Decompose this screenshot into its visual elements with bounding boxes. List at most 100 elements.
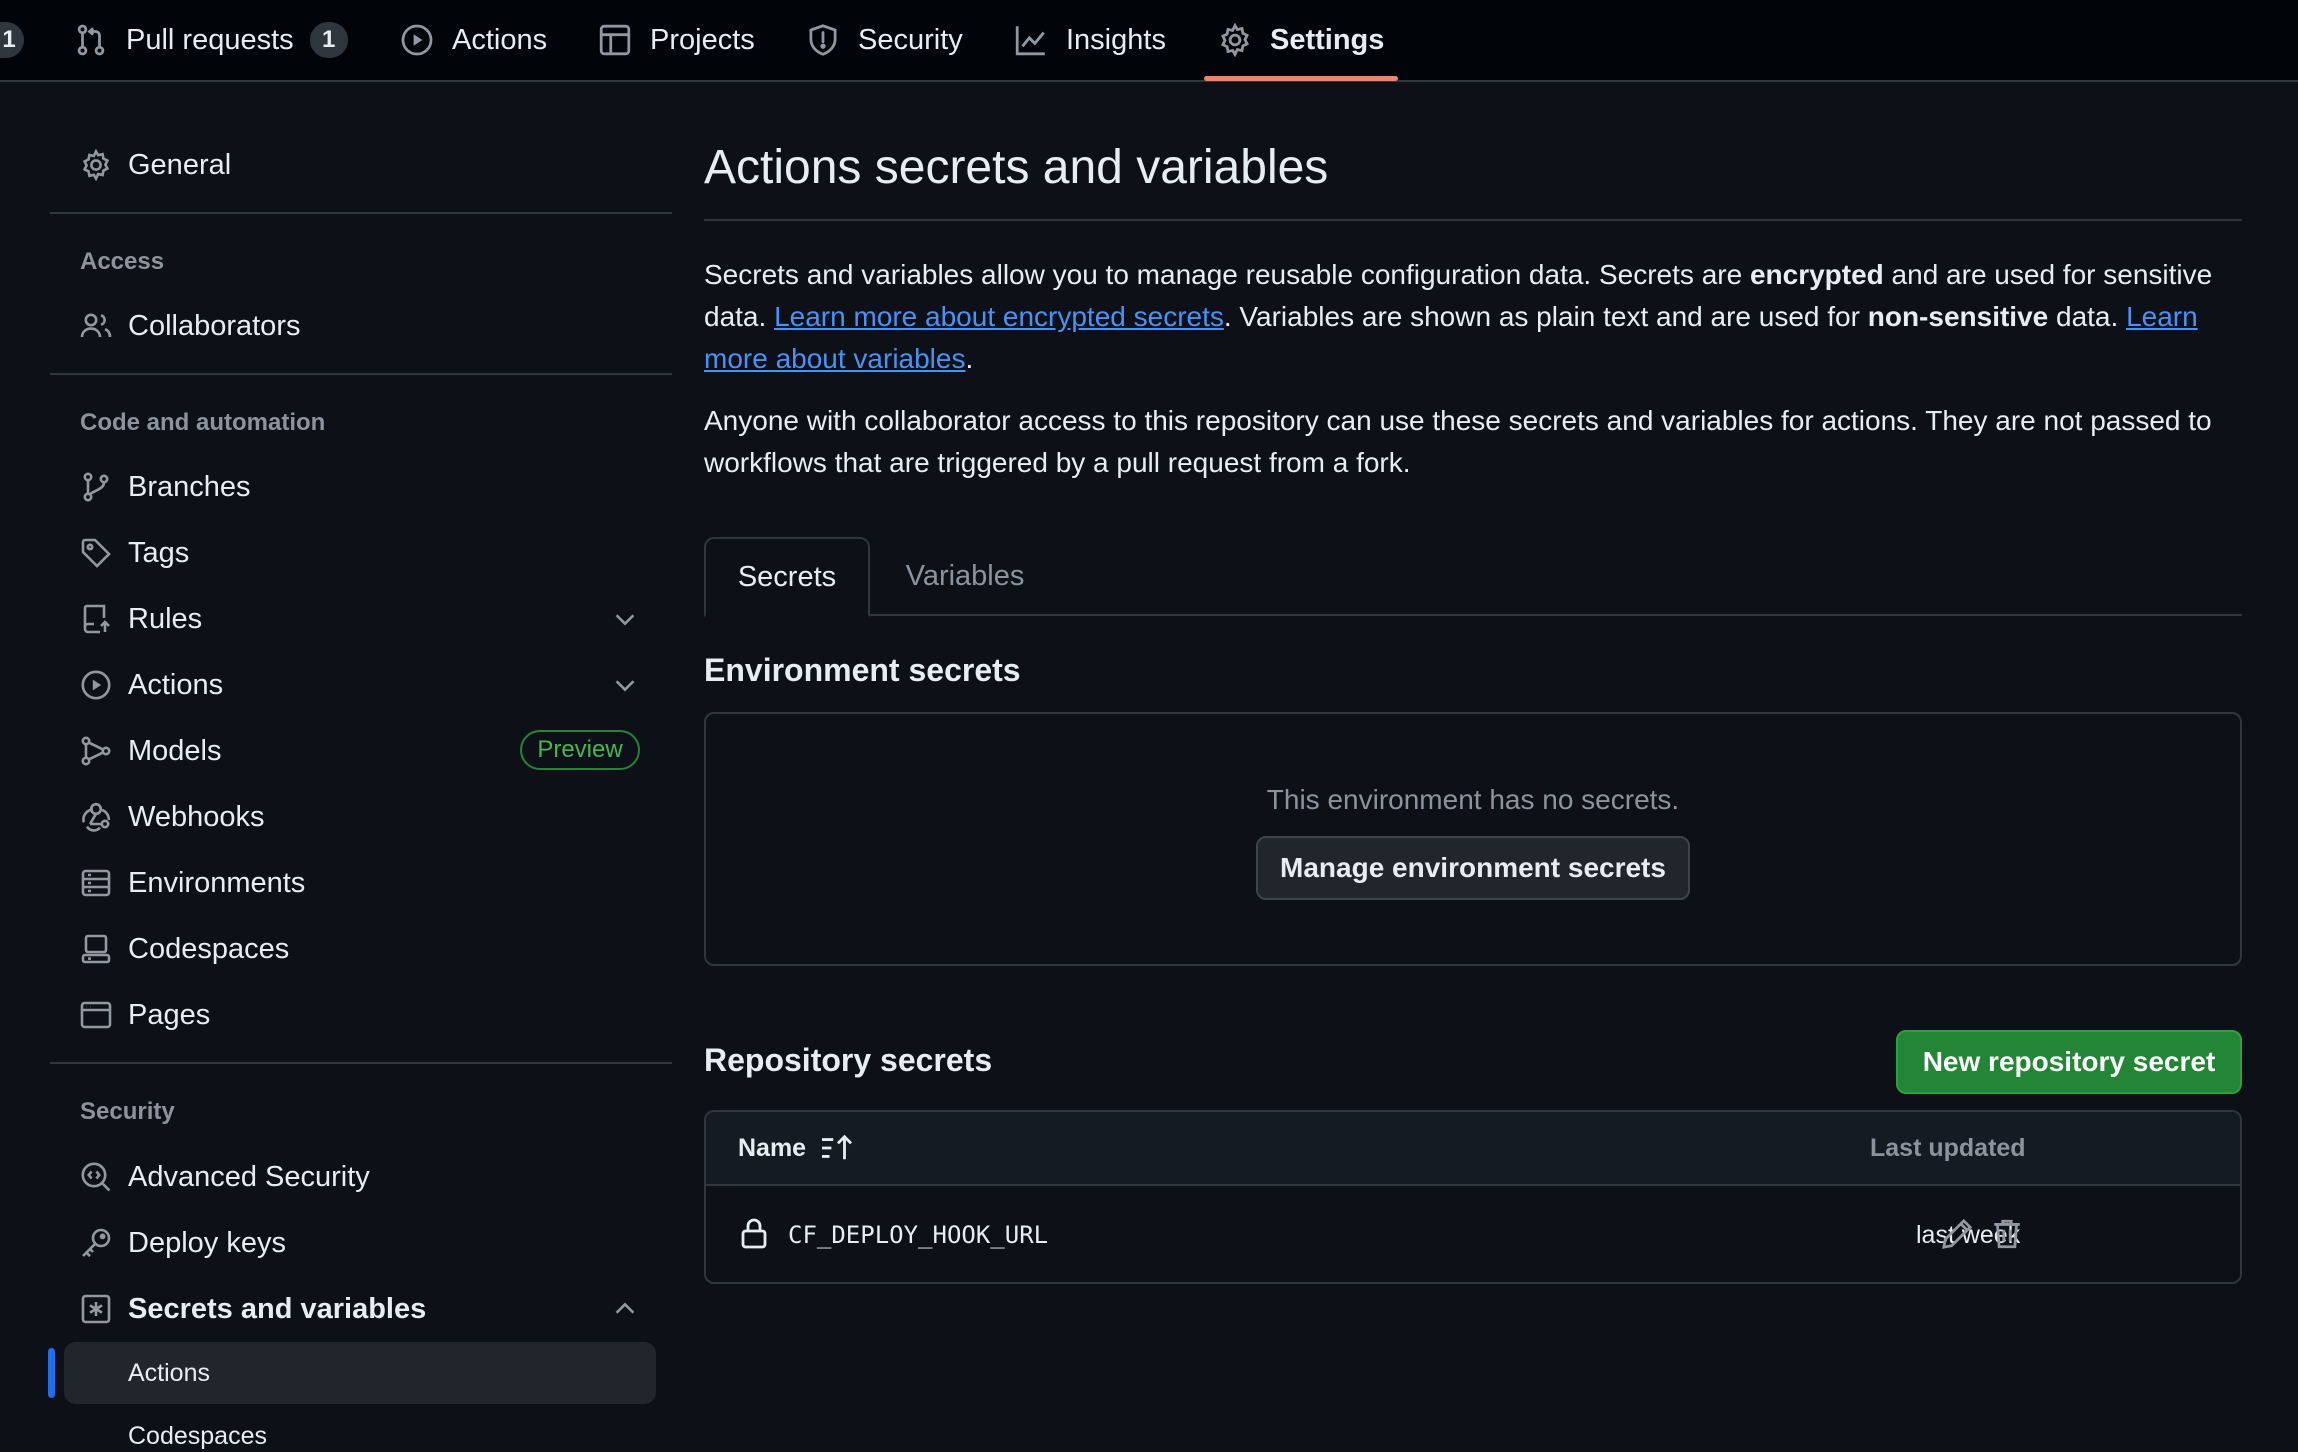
sidebar-item-label: Actions bbox=[128, 668, 224, 701]
environment-secrets-box: This environment has no secrets. Manage … bbox=[704, 712, 2242, 966]
tab-variables[interactable]: Variables bbox=[880, 537, 1050, 615]
tab-label: Actions bbox=[452, 23, 548, 56]
sidebar-divider bbox=[50, 373, 672, 375]
tag-icon bbox=[80, 537, 112, 569]
shield-icon bbox=[806, 23, 840, 57]
chevron-down-icon[interactable] bbox=[610, 670, 640, 700]
secrets-table: Name Last updated CF_DEPLOY_HOOK_URL las… bbox=[704, 1110, 2242, 1284]
link-encrypted-secrets[interactable]: Learn more about encrypted secrets bbox=[774, 301, 1224, 332]
title-divider bbox=[704, 219, 2242, 221]
sidebar-divider bbox=[50, 1062, 672, 1064]
intro-paragraph: Secrets and variables allow you to manag… bbox=[704, 254, 2244, 380]
webhook-icon bbox=[80, 801, 112, 833]
chevron-down-icon[interactable] bbox=[610, 604, 640, 634]
intro-text: Secrets and variables allow you to manag… bbox=[704, 259, 1750, 290]
table-icon bbox=[598, 23, 632, 57]
sidebar-divider bbox=[50, 212, 672, 214]
key-icon bbox=[80, 1227, 112, 1259]
gear-icon bbox=[1218, 23, 1252, 57]
pencil-icon[interactable] bbox=[1940, 1216, 1974, 1252]
sidebar-item-environments[interactable]: Environments bbox=[80, 858, 305, 908]
sidebar-item-label: Rules bbox=[128, 602, 203, 635]
tab-label: Insights bbox=[1066, 23, 1166, 56]
table-row: CF_DEPLOY_HOOK_URL last week bbox=[706, 1186, 2240, 1282]
repo-push-icon bbox=[80, 603, 112, 635]
secret-name: CF_DEPLOY_HOOK_URL bbox=[788, 1221, 1049, 1249]
sidebar-item-label: Pages bbox=[128, 998, 211, 1031]
empty-state-text: This environment has no secrets. bbox=[1266, 784, 1680, 815]
sidebar-item-label: Webhooks bbox=[128, 800, 265, 833]
sidebar-item-actions[interactable]: Actions bbox=[80, 660, 223, 710]
sidebar-item-pages[interactable]: Pages bbox=[80, 990, 210, 1040]
active-item-marker bbox=[48, 1348, 55, 1398]
sidebar-subitem-actions[interactable]: Actions bbox=[128, 1359, 210, 1388]
tab-settings[interactable]: Settings bbox=[1218, 0, 1384, 80]
people-icon bbox=[80, 310, 112, 342]
sidebar-item-label: General bbox=[128, 148, 232, 181]
sidebar-item-label: Collaborators bbox=[128, 309, 301, 342]
access-note: Anyone with collaborator access to this … bbox=[704, 405, 2212, 478]
sidebar-item-label: Advanced Security bbox=[128, 1160, 370, 1193]
preview-badge: Preview bbox=[520, 730, 640, 770]
intro-bold: non-sensitive bbox=[1867, 301, 2049, 332]
tab-pull-requests[interactable]: Pull requests 1 bbox=[74, 0, 348, 80]
tab-label: Settings bbox=[1270, 23, 1385, 56]
server-icon bbox=[80, 867, 112, 899]
sidebar-item-codespaces[interactable]: Codespaces bbox=[80, 924, 289, 974]
sidebar-item-models[interactable]: Models bbox=[80, 726, 222, 776]
tab-label: Projects bbox=[650, 23, 755, 56]
sidebar-item-label: Environments bbox=[128, 866, 306, 899]
manage-environment-secrets-button[interactable]: Manage environment secrets bbox=[1256, 836, 1690, 900]
play-icon bbox=[80, 669, 112, 701]
sidebar-item-collaborators[interactable]: Collaborators bbox=[80, 301, 300, 351]
sidebar-item-deploy-keys[interactable]: Deploy keys bbox=[80, 1218, 286, 1268]
intro-text: data. bbox=[2048, 301, 2127, 332]
git-branch-icon bbox=[80, 471, 112, 503]
sidebar-item-label: Secrets and variables bbox=[128, 1292, 427, 1325]
sidebar-item-label: Branches bbox=[128, 470, 251, 503]
environment-secrets-heading: Environment secrets bbox=[704, 652, 1021, 688]
play-icon bbox=[400, 23, 434, 57]
column-last-updated: Last updated bbox=[1870, 1133, 2026, 1162]
new-repository-secret-button[interactable]: New repository secret bbox=[1896, 1030, 2242, 1094]
graph-icon bbox=[1014, 23, 1048, 57]
sidebar-item-tags[interactable]: Tags bbox=[80, 528, 189, 578]
tab-secrets[interactable]: Secrets bbox=[704, 537, 870, 617]
browser-icon bbox=[80, 999, 112, 1031]
sidebar-subitem-codespaces[interactable]: Codespaces bbox=[128, 1422, 267, 1451]
sidebar-item-branches[interactable]: Branches bbox=[80, 462, 251, 512]
sidebar-item-general[interactable]: General bbox=[80, 140, 231, 190]
table-header: Name Last updated bbox=[706, 1112, 2240, 1186]
lock-icon bbox=[741, 1218, 767, 1249]
tab-actions[interactable]: Actions bbox=[400, 0, 547, 80]
chevron-up-icon[interactable] bbox=[610, 1294, 640, 1324]
sidebar-heading-access: Access bbox=[80, 248, 165, 275]
tab-insights[interactable]: Insights bbox=[1014, 0, 1166, 80]
tab-counter: 1 bbox=[0, 22, 24, 58]
repository-secrets-heading: Repository secrets bbox=[704, 1042, 993, 1078]
codescan-icon bbox=[80, 1161, 112, 1193]
tab-label: Security bbox=[858, 23, 963, 56]
sidebar-item-secrets-and-variables[interactable]: Secrets and variables bbox=[80, 1284, 426, 1334]
tab-projects[interactable]: Projects bbox=[598, 0, 755, 80]
sidebar-item-label: Codespaces bbox=[128, 932, 290, 965]
sidebar-heading-code-automation: Code and automation bbox=[80, 409, 326, 436]
tab-label: Pull requests bbox=[126, 23, 294, 56]
sidebar-heading-security: Security bbox=[80, 1098, 175, 1125]
sidebar-item-advanced-security[interactable]: Advanced Security bbox=[80, 1152, 370, 1202]
gear-icon bbox=[80, 149, 112, 181]
selected-tab-indicator bbox=[1204, 76, 1398, 81]
sidebar-item-rules[interactable]: Rules bbox=[80, 594, 202, 644]
page-title: Actions secrets and variables bbox=[704, 141, 1329, 194]
column-name[interactable]: Name bbox=[738, 1112, 854, 1184]
sidebar-item-label: Deploy keys bbox=[128, 1226, 286, 1259]
models-icon bbox=[80, 735, 112, 767]
key-asterisk-icon bbox=[80, 1293, 112, 1325]
tab-security[interactable]: Security bbox=[806, 0, 963, 80]
sidebar-item-webhooks[interactable]: Webhooks bbox=[80, 792, 265, 842]
sidebar-item-label: Models bbox=[128, 734, 222, 767]
trash-icon[interactable] bbox=[1990, 1216, 2024, 1252]
repo-nav: 1 Pull requests 1 Actions Projects Secur… bbox=[0, 0, 2298, 82]
pr-counter: 1 bbox=[309, 22, 348, 58]
sort-ascending-icon bbox=[820, 1133, 854, 1163]
